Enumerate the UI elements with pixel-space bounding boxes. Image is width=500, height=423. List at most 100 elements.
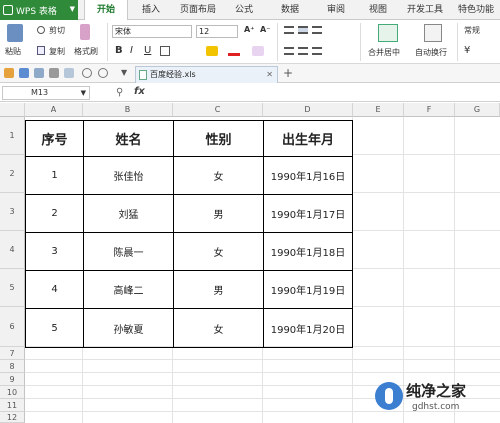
new-tab-icon[interactable]: +: [283, 66, 293, 80]
tab-page-layout[interactable]: 页面布局: [180, 0, 216, 20]
table-cell[interactable]: 张佳怡: [84, 157, 174, 195]
tab-insert[interactable]: 插入: [142, 0, 160, 20]
paste-label[interactable]: 粘贴: [5, 46, 21, 57]
table-cell[interactable]: 高峰二: [84, 271, 174, 309]
table-cell[interactable]: 2: [26, 195, 84, 233]
column-header-f[interactable]: F: [404, 103, 455, 117]
document-tab[interactable]: 百度经验.xls ✕: [135, 66, 278, 83]
align-middle-icon[interactable]: [298, 26, 308, 34]
save-icon[interactable]: [19, 68, 29, 78]
row-header[interactable]: 12: [0, 412, 25, 423]
name-box[interactable]: M13 ▼: [2, 86, 90, 100]
wrap-text-button[interactable]: 自动换行: [415, 47, 447, 58]
app-menu-button[interactable]: WPS 表格 ▼: [0, 0, 78, 20]
align-bottom-icon[interactable]: [312, 26, 322, 34]
tab-home[interactable]: 开始: [84, 0, 128, 21]
currency-button[interactable]: ¥: [464, 45, 470, 56]
merge-center-button[interactable]: 合并居中: [368, 47, 400, 58]
header-cell[interactable]: 姓名: [84, 121, 174, 157]
table-cell[interactable]: 1990年1月16日: [264, 157, 352, 195]
tab-review[interactable]: 审阅: [327, 0, 345, 20]
table-cell[interactable]: 1990年1月18日: [264, 233, 352, 271]
cut-button[interactable]: 剪切: [49, 25, 65, 36]
row-header[interactable]: 9: [0, 373, 25, 386]
bold-button[interactable]: B: [115, 45, 123, 56]
row-header[interactable]: 5: [0, 269, 25, 307]
row-header[interactable]: 3: [0, 193, 25, 231]
shrink-font-button[interactable]: A⁻: [260, 25, 270, 34]
header-cell[interactable]: 序号: [26, 121, 84, 157]
table-cell[interactable]: 男: [174, 195, 264, 233]
font-name-select[interactable]: 宋体: [112, 25, 192, 38]
row-header[interactable]: 2: [0, 155, 25, 193]
header-cell[interactable]: 性别: [174, 121, 264, 157]
column-header-a[interactable]: A: [25, 103, 83, 117]
row-header[interactable]: 11: [0, 399, 25, 412]
wrap-text-icon[interactable]: [424, 24, 442, 42]
undo-icon[interactable]: [82, 68, 92, 78]
font-size-select[interactable]: 12: [196, 25, 238, 38]
merge-center-icon[interactable]: [378, 24, 398, 42]
border-icon[interactable]: [160, 46, 170, 56]
customize-chevron-icon[interactable]: ▼: [121, 68, 127, 77]
row-header[interactable]: 8: [0, 360, 25, 373]
column-header-b[interactable]: B: [83, 103, 173, 117]
table-cell[interactable]: 女: [174, 309, 264, 347]
table-cell[interactable]: 1990年1月19日: [264, 271, 352, 309]
table-cell[interactable]: 1990年1月20日: [264, 309, 352, 347]
row-header[interactable]: 6: [0, 307, 25, 347]
column-header-d[interactable]: D: [263, 103, 353, 117]
tab-formula[interactable]: 公式: [235, 0, 253, 20]
format-painter-button[interactable]: 格式刷: [74, 46, 98, 57]
select-all-corner[interactable]: [0, 103, 25, 117]
table-cell[interactable]: 女: [174, 157, 264, 195]
align-center-icon[interactable]: [298, 47, 308, 55]
zoom-search-icon[interactable]: ⚲: [116, 87, 123, 98]
insert-function-button[interactable]: fx: [134, 86, 145, 97]
redo-icon[interactable]: [98, 68, 108, 78]
table-cell[interactable]: 男: [174, 271, 264, 309]
tab-developer[interactable]: 开发工具: [407, 0, 443, 20]
print-icon[interactable]: [49, 68, 59, 78]
align-top-icon[interactable]: [284, 26, 294, 34]
print-preview-icon[interactable]: [64, 68, 74, 78]
align-right-icon[interactable]: [312, 47, 322, 55]
table-cell[interactable]: 1: [26, 157, 84, 195]
align-left-icon[interactable]: [284, 47, 294, 55]
table-cell[interactable]: 女: [174, 233, 264, 271]
fill-color-icon[interactable]: [206, 46, 218, 56]
open-folder-icon[interactable]: [4, 68, 14, 78]
column-header-e[interactable]: E: [353, 103, 404, 117]
close-tab-icon[interactable]: ✕: [266, 67, 273, 83]
column-header-c[interactable]: C: [173, 103, 263, 117]
row-header[interactable]: 1: [0, 117, 25, 155]
export-pdf-icon[interactable]: [34, 68, 44, 78]
clear-format-icon[interactable]: [252, 46, 264, 56]
font-color-icon[interactable]: [228, 46, 240, 56]
underline-button[interactable]: U: [144, 45, 151, 56]
row-header[interactable]: 10: [0, 386, 25, 399]
row-header[interactable]: 4: [0, 231, 25, 269]
scissors-icon[interactable]: [37, 26, 45, 34]
table-cell[interactable]: 4: [26, 271, 84, 309]
chevron-down-icon[interactable]: ▼: [81, 87, 86, 99]
copy-icon[interactable]: [37, 46, 45, 55]
tab-special[interactable]: 特色功能: [458, 0, 494, 20]
table-cell[interactable]: 5: [26, 309, 84, 347]
table-cell[interactable]: 陈晨一: [84, 233, 174, 271]
grow-font-button[interactable]: A⁺: [244, 25, 254, 34]
table-cell[interactable]: 3: [26, 233, 84, 271]
column-header-g[interactable]: G: [455, 103, 500, 117]
tab-view[interactable]: 视图: [369, 0, 387, 20]
table-cell[interactable]: 1990年1月17日: [264, 195, 352, 233]
italic-button[interactable]: I: [130, 45, 133, 56]
format-painter-icon[interactable]: [80, 24, 90, 40]
spreadsheet-grid[interactable]: A B C D E F G 1 2 3 4 5 6 7 8 9 10 11 12…: [0, 103, 500, 423]
header-cell[interactable]: 出生年月: [264, 121, 352, 157]
table-cell[interactable]: 刘猛: [84, 195, 174, 233]
paste-icon[interactable]: [7, 24, 23, 42]
row-header[interactable]: 7: [0, 347, 25, 360]
copy-button[interactable]: 复制: [49, 46, 65, 57]
table-cell[interactable]: 孙敏夏: [84, 309, 174, 347]
tab-data[interactable]: 数据: [281, 0, 299, 20]
